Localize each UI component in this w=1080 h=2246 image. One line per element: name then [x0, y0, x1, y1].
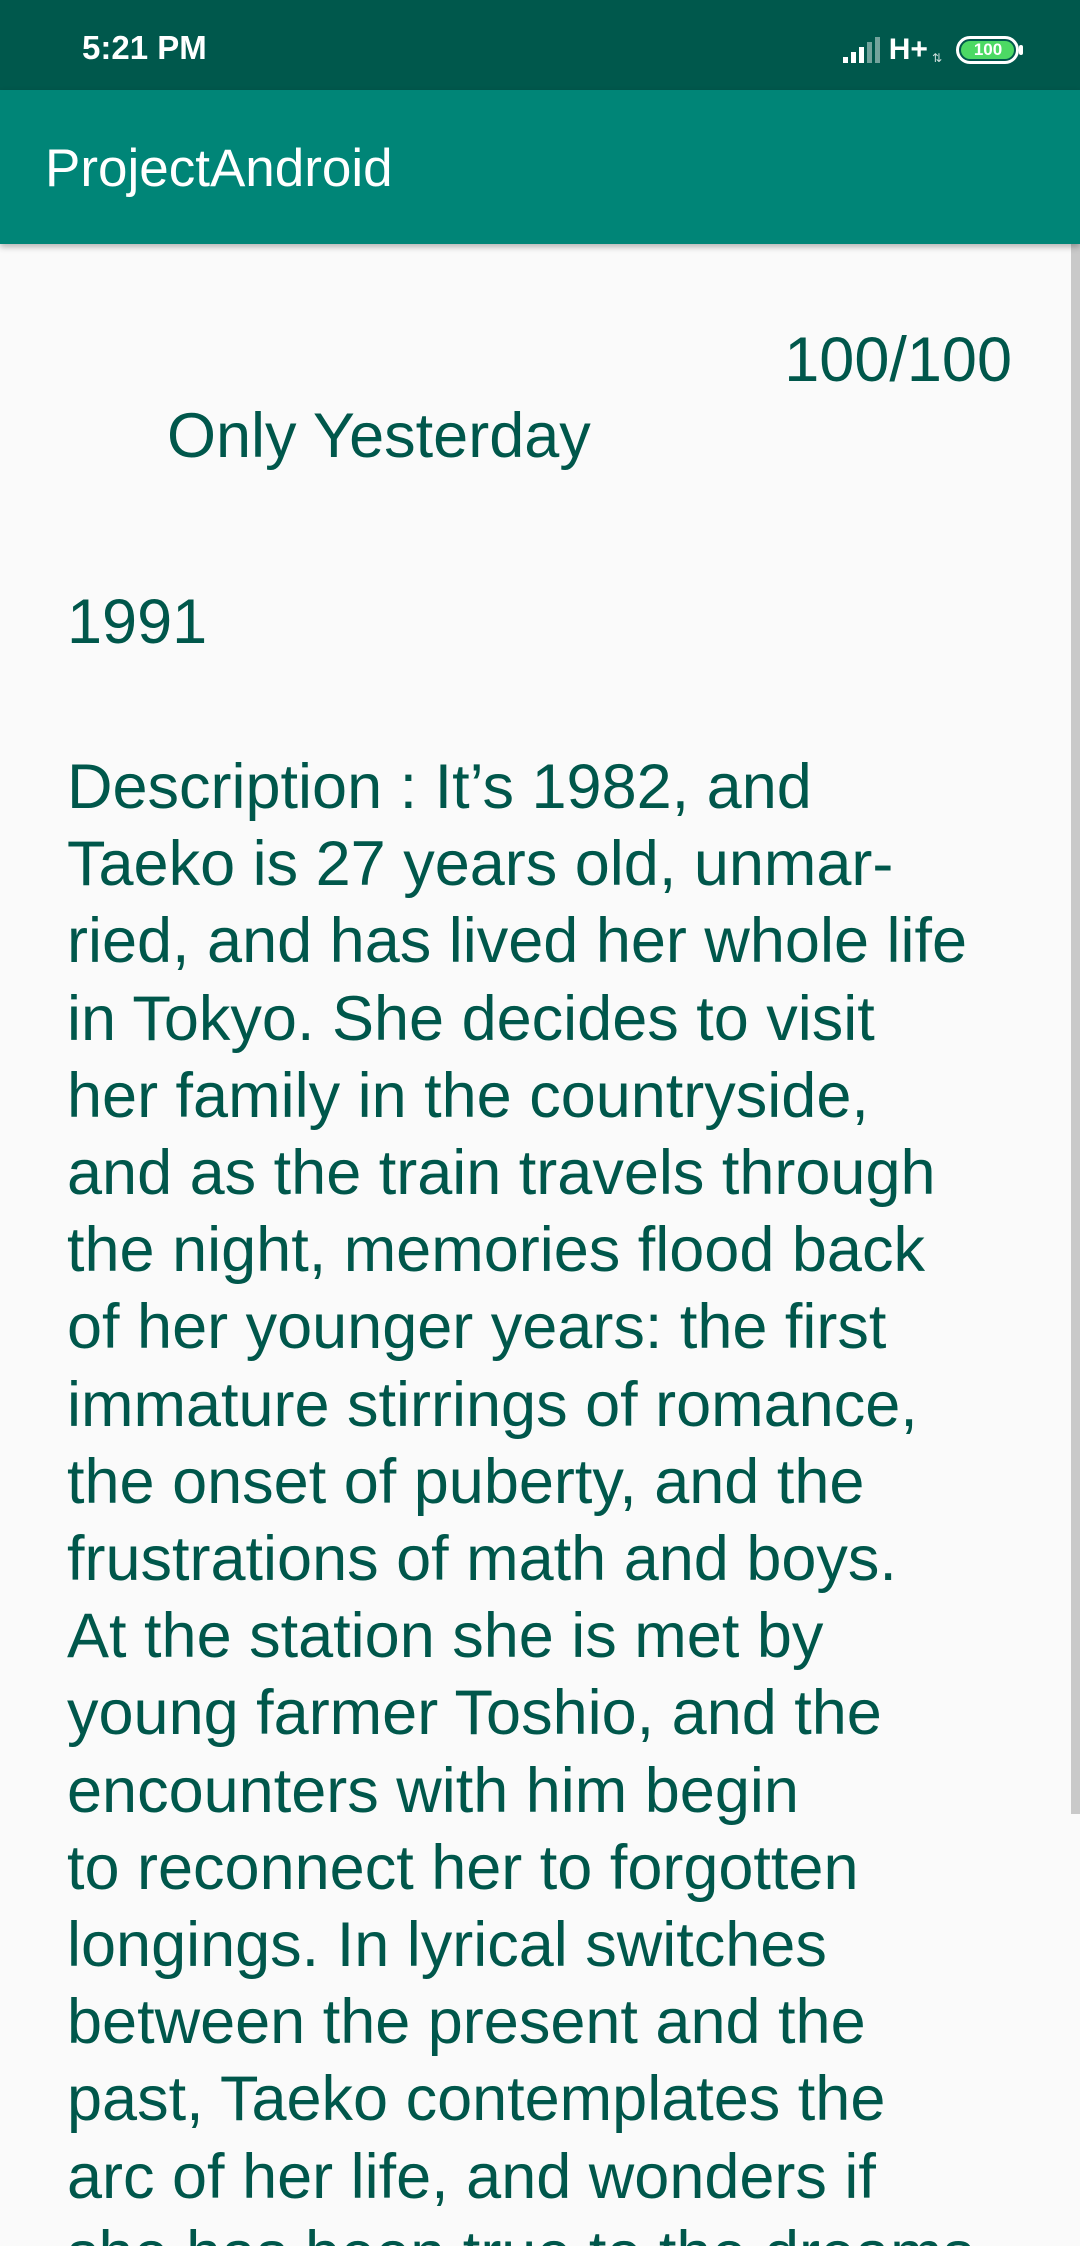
battery-icon: 100	[956, 36, 1024, 64]
network-type-label: H+	[888, 33, 928, 66]
app-title: ProjectAndroid	[45, 139, 393, 198]
vertical-scrollbar[interactable]	[1071, 244, 1080, 1814]
movie-description: Description : It’s 1982, and Taeko is 27…	[67, 752, 974, 2246]
movie-detail-content[interactable]: 100/100 Only Yesterday 1991 Description …	[0, 244, 1080, 2246]
app-bar: ProjectAndroid	[0, 90, 1080, 244]
status-icons: H+ ⇅ 100	[842, 30, 1024, 70]
movie-year: 1991	[67, 587, 208, 657]
status-time: 5:21 PM	[82, 29, 207, 66]
cellular-signal-icon	[842, 37, 880, 63]
movie-title: Only Yesterday	[167, 401, 591, 471]
data-activity-icon: ⇅	[931, 51, 942, 65]
movie-rating: 100/100	[784, 325, 1012, 395]
status-bar: 5:21 PM H+ ⇅ 100	[0, 0, 1080, 90]
battery-level-label: 100	[973, 40, 1003, 59]
